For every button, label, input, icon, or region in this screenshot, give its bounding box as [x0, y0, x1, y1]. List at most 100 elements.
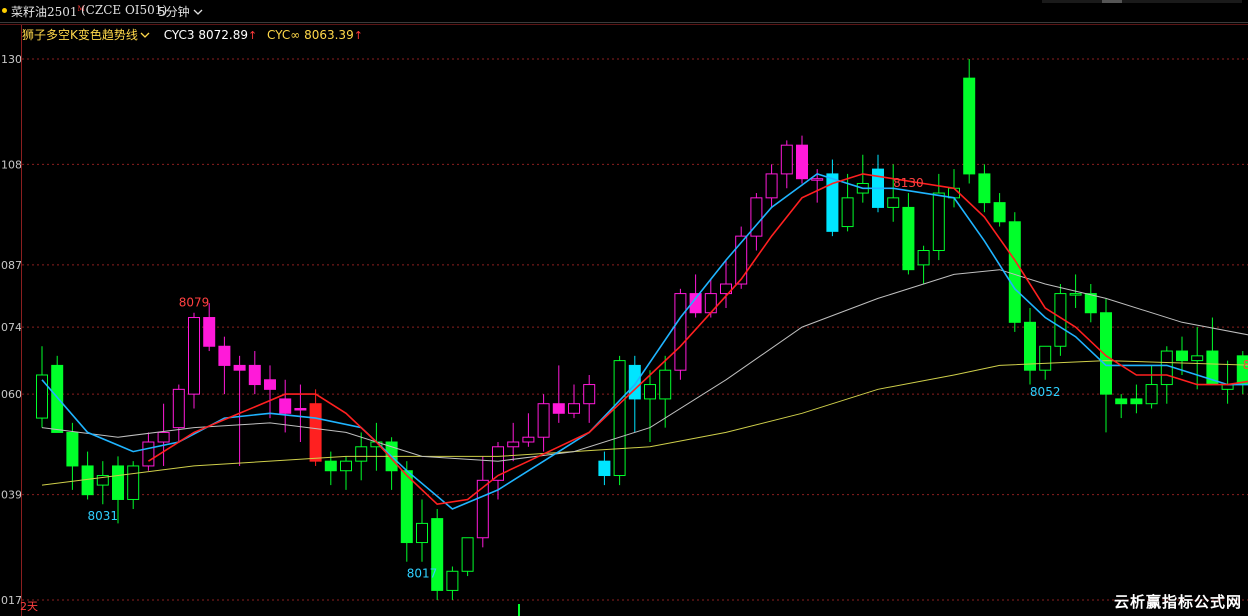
window-controls-icon: [1042, 0, 1242, 3]
candle-body: [735, 235, 748, 285]
candle-body: [522, 436, 535, 443]
candle-body: [36, 374, 48, 419]
candle-body: [461, 537, 474, 572]
candle-body: [887, 197, 900, 208]
candle-body: [568, 403, 580, 414]
y-tick-label: 060: [1, 388, 22, 401]
candle-body: [552, 403, 565, 414]
candle-body: [704, 293, 717, 314]
y-tick-label: 017: [1, 594, 22, 607]
candle-body: [324, 460, 337, 472]
candle-body: [416, 522, 428, 544]
candle-body: [1008, 221, 1021, 323]
indicator-legend: 狮子多空K变色趋势线 CYC3 8072.89↑ CYC∞ 8063.39↑: [22, 26, 363, 42]
symbol-name[interactable]: 菜籽油2501M: [11, 3, 85, 20]
cyc3-value: CYC3 8072.89↑: [163, 28, 258, 42]
candle-body: [279, 398, 292, 414]
candle-body: [856, 182, 869, 194]
y-tick-label: 130: [1, 53, 22, 66]
chevron-down-icon: [193, 9, 203, 15]
candle-body: [1160, 350, 1173, 386]
candle-body: [51, 364, 64, 433]
candle-body: [674, 293, 687, 371]
candle-body: [476, 479, 489, 539]
candle-body: [765, 173, 778, 199]
candle-body: [963, 77, 976, 175]
candle-body: [1206, 350, 1219, 386]
candle-body: [583, 384, 596, 405]
candle-body: [294, 407, 307, 411]
candle-body: [1145, 384, 1158, 405]
candle-body: [370, 441, 383, 448]
candle-body: [96, 475, 109, 486]
candle-body: [81, 465, 94, 496]
candle-body: [1221, 384, 1234, 390]
y-tick-label: 074: [1, 321, 22, 334]
candlestick-chart[interactable]: 130 108 087 074 060 039 017 8130 8079 8031 8017 805…: [0, 0, 1248, 616]
price-annotation: 8081: [1243, 358, 1248, 372]
candle-body: [1115, 398, 1128, 405]
up-arrow-icon: ↑: [248, 29, 258, 42]
symbol-code: (CZCE OI501): [81, 3, 168, 17]
candle-body: [355, 446, 368, 462]
candle-body: [1236, 355, 1248, 386]
candle-body: [872, 168, 884, 208]
candle-body: [1100, 312, 1112, 395]
candle-body: [644, 384, 656, 400]
candle-body: [507, 441, 520, 448]
candle-body: [264, 379, 276, 390]
candle-body: [127, 465, 140, 500]
candle-body: [188, 317, 200, 395]
candle-body: [948, 187, 960, 199]
candle-body: [932, 192, 945, 252]
candle-body: [796, 144, 808, 180]
days-label: 2天: [20, 600, 38, 613]
candle-body: [720, 283, 732, 295]
candle-body: [172, 388, 185, 429]
candle-body: [400, 470, 413, 544]
candle-body: [66, 431, 79, 467]
candle-body: [598, 460, 611, 477]
y-tick-label: 108: [1, 158, 22, 171]
candle-body: [1084, 293, 1097, 314]
ma-blue-line: [41, 173, 1248, 510]
candle-body: [309, 403, 322, 462]
price-annotation: 8031: [88, 509, 119, 523]
candle-body: [233, 364, 246, 371]
candle-body: [157, 431, 170, 443]
candle-body: [1191, 355, 1204, 362]
candle-body: [613, 360, 626, 477]
period-label: 5分钟: [158, 5, 190, 19]
candle-body: [112, 465, 124, 500]
up-arrow-icon: ↑: [353, 29, 363, 42]
price-annotation: 8017: [407, 567, 438, 581]
candle-body: [841, 197, 854, 228]
candle-body: [1024, 321, 1036, 371]
candle-body: [142, 441, 155, 467]
candle-body: [978, 173, 991, 204]
candle-body: [902, 206, 915, 271]
candle-body: [780, 144, 793, 175]
candle-body: [1130, 398, 1143, 405]
period-selector[interactable]: 5分钟: [158, 3, 203, 20]
candle-body: [1176, 350, 1188, 362]
candle-body: [1054, 293, 1067, 347]
ma-red-line: [147, 173, 1248, 506]
candle-body: [340, 460, 352, 472]
candle-body: [446, 570, 459, 591]
cyc-infinity-value: CYC∞ 8063.39↑: [267, 28, 363, 42]
ma-white-line: [41, 269, 1248, 462]
indicator-name[interactable]: 狮子多空K变色趋势线: [22, 28, 150, 42]
candle-body: [492, 446, 504, 481]
candle-body: [826, 173, 839, 232]
y-tick-label: 087: [1, 259, 22, 272]
candle-body: [431, 518, 444, 591]
candle-body: [689, 293, 702, 314]
ma-yellow-line: [41, 360, 1248, 486]
title-bar: 菜籽油2501M (CZCE OI501) 5分钟: [0, 0, 1248, 23]
watermark: 云析赢指标公式网: [1113, 593, 1242, 611]
price-annotation: 8052: [1030, 385, 1061, 399]
candle-body: [218, 345, 231, 366]
price-annotation: 8079: [179, 296, 210, 310]
candle-body: [203, 317, 216, 347]
